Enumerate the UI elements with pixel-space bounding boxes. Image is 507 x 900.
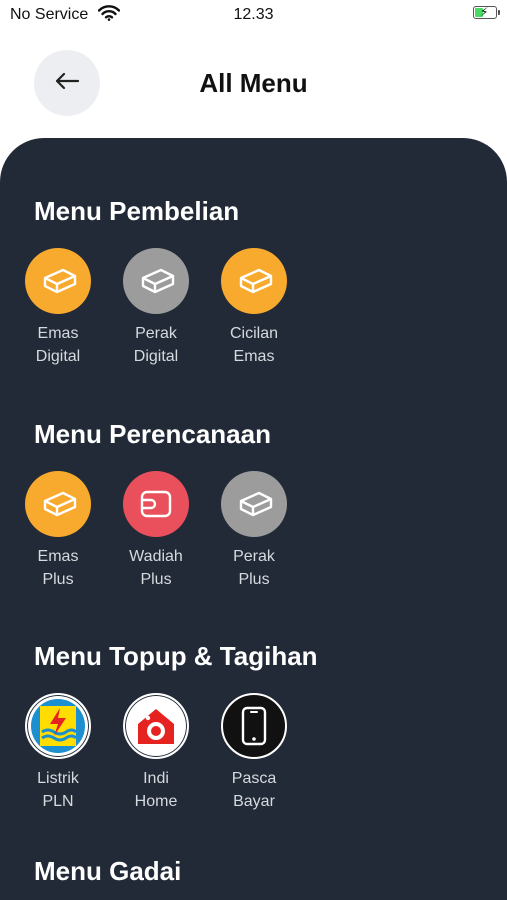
menu-label: Pasca Bayar — [231, 770, 277, 810]
clock: 12.33 — [233, 6, 274, 23]
menu-label: Perak Digital — [133, 325, 179, 365]
pln-logo-icon — [25, 693, 91, 759]
gold-bar-icon — [221, 248, 287, 314]
menu-label: Indi Home — [134, 770, 178, 810]
menu-item-emas-plus[interactable]: Emas Plus — [13, 471, 103, 591]
smartphone-icon — [221, 693, 287, 759]
bolt-icon: ⚡ — [480, 5, 489, 19]
menu-item-perak-plus[interactable]: Perak Plus — [209, 471, 299, 591]
menu-label: Emas Digital — [35, 325, 81, 365]
page-title: All Menu — [199, 68, 308, 98]
menu-label: Emas Plus — [37, 548, 79, 588]
menu-item-indihome[interactable]: Indi Home — [111, 693, 201, 813]
menu-item-perak-digital[interactable]: Perak Digital — [111, 248, 201, 368]
section-title: Menu Pembelian — [34, 196, 240, 226]
menu-item-cicilan-emas[interactable]: Cicilan Emas — [209, 248, 299, 368]
battery-charging-icon: ⚡ — [473, 5, 500, 19]
gold-bar-icon — [25, 471, 91, 537]
menu-item-wadiah-plus[interactable]: Wadiah Plus — [111, 471, 201, 591]
menu-label: Perak Plus — [233, 548, 275, 588]
silver-bar-icon — [123, 248, 189, 314]
status-bar: No Service 12.33 ⚡ — [0, 0, 507, 30]
menu-label: Listrik PLN — [37, 770, 79, 810]
menu-label: Wadiah Plus — [129, 548, 183, 588]
silver-bar-icon — [221, 471, 287, 537]
menu-label: Cicilan Emas — [229, 325, 278, 365]
gold-bar-icon — [25, 248, 91, 314]
menu-panel: Menu Pembelian Emas Digital Perak Digita… — [0, 138, 507, 900]
menu-item-listrik-pln[interactable]: Listrik PLN — [13, 693, 103, 813]
menu-item-pasca-bayar[interactable]: Pasca Bayar — [209, 693, 299, 813]
section-title: Menu Gadai — [34, 856, 182, 886]
menu-item-emas-digital[interactable]: Emas Digital — [13, 248, 103, 368]
section-title: Menu Perencanaan — [34, 419, 271, 449]
wallet-icon — [123, 471, 189, 537]
indihome-logo-icon — [123, 693, 189, 759]
section-title: Menu Topup & Tagihan — [34, 641, 318, 671]
